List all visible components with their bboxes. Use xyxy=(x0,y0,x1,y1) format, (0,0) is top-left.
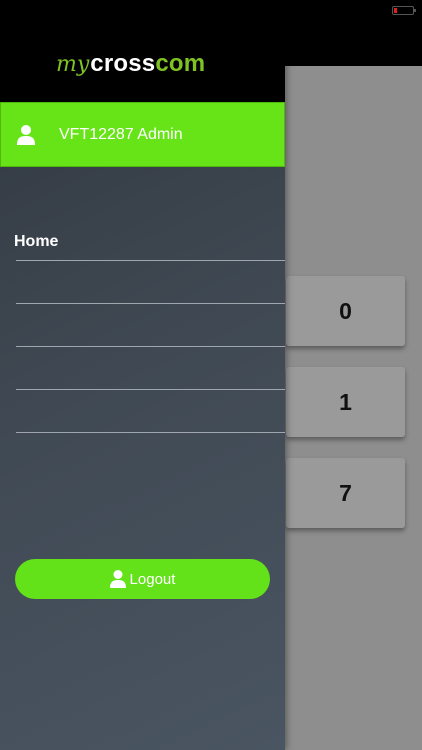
drawer-header: my cross com xyxy=(0,0,285,102)
logo-com-text: com xyxy=(155,50,206,77)
user-profile-bar[interactable]: VFT12287 Admin xyxy=(0,102,285,167)
drawer-menu: Home xyxy=(0,218,285,433)
counter-value: 0 xyxy=(339,297,352,324)
user-name: VFT12287 Admin xyxy=(59,126,183,143)
counter-card[interactable]: 0 xyxy=(286,276,405,346)
logout-button[interactable]: Logout xyxy=(15,559,270,599)
menu-item-label: Home xyxy=(14,233,59,250)
user-icon xyxy=(17,125,35,145)
mycrosscom-logo: my cross com xyxy=(56,50,205,84)
counter-value: 7 xyxy=(339,479,352,506)
logo-my-text: my xyxy=(56,52,90,77)
navigation-drawer: my cross com VFT12287 Admin Home Logout xyxy=(0,0,285,750)
user-icon xyxy=(109,570,126,588)
menu-item-empty[interactable] xyxy=(16,261,285,304)
counter-card[interactable]: 1 xyxy=(286,367,405,437)
counter-card[interactable]: 7 xyxy=(286,458,405,528)
counter-value: 1 xyxy=(339,388,352,415)
battery-icon xyxy=(392,6,416,15)
logout-label: Logout xyxy=(129,570,176,588)
menu-item-home[interactable]: Home xyxy=(0,218,285,261)
menu-item-empty[interactable] xyxy=(16,347,285,390)
menu-item-empty[interactable] xyxy=(16,304,285,347)
logo-cross-text: cross xyxy=(90,50,156,77)
menu-item-empty[interactable] xyxy=(16,390,285,433)
